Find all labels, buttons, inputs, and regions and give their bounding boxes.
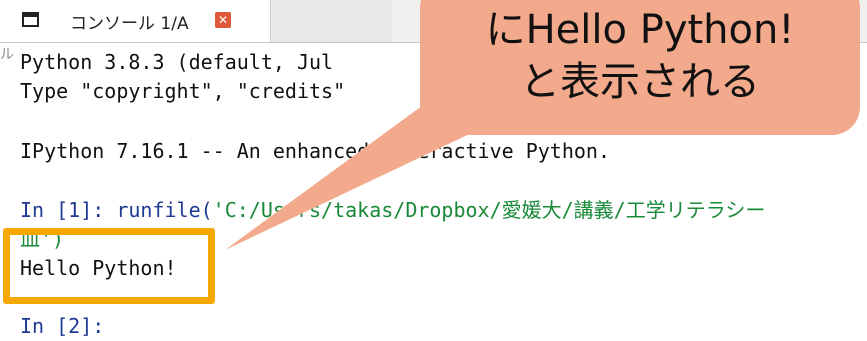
input-prompt-2: In [2]: bbox=[20, 314, 105, 338]
input-prompt-1: In [1]: bbox=[20, 198, 117, 222]
tab-bar-empty-area bbox=[272, 0, 392, 42]
console-line-python-version: Python 3.8.3 (default, Jul bbox=[20, 50, 358, 74]
console-line-ipython-banner: IPython 7.16.1 -- An enhanced Interactiv… bbox=[20, 139, 611, 163]
callout-line-1: にHello Python! bbox=[485, 7, 795, 53]
console-line-type-copyright: Type "copyright", "credits"n bbox=[20, 77, 846, 106]
output-highlight-box bbox=[3, 228, 215, 304]
runfile-path-string: 'C:/Users/takas/Dropbox/愛媛大/講義/工学リテラシー bbox=[212, 198, 766, 222]
tab-console-1a[interactable]: コンソール 1/A ✕ bbox=[0, 0, 271, 42]
close-icon[interactable]: ✕ bbox=[215, 12, 231, 28]
console-input-1: In [1]: runfile('C:/Users/takas/Dropbox/… bbox=[20, 196, 765, 225]
callout-line-2: と表示される bbox=[520, 59, 760, 105]
tab-label: コンソール 1/A bbox=[70, 14, 189, 34]
side-fragment-text: ル bbox=[0, 47, 14, 63]
console-icon bbox=[22, 12, 39, 27]
console-line-type-copyright-text: Type "copyright", "credits" bbox=[20, 79, 346, 103]
annotation-callout: にHello Python! と表示される bbox=[420, 0, 860, 135]
runfile-call: runfile( bbox=[116, 198, 213, 222]
